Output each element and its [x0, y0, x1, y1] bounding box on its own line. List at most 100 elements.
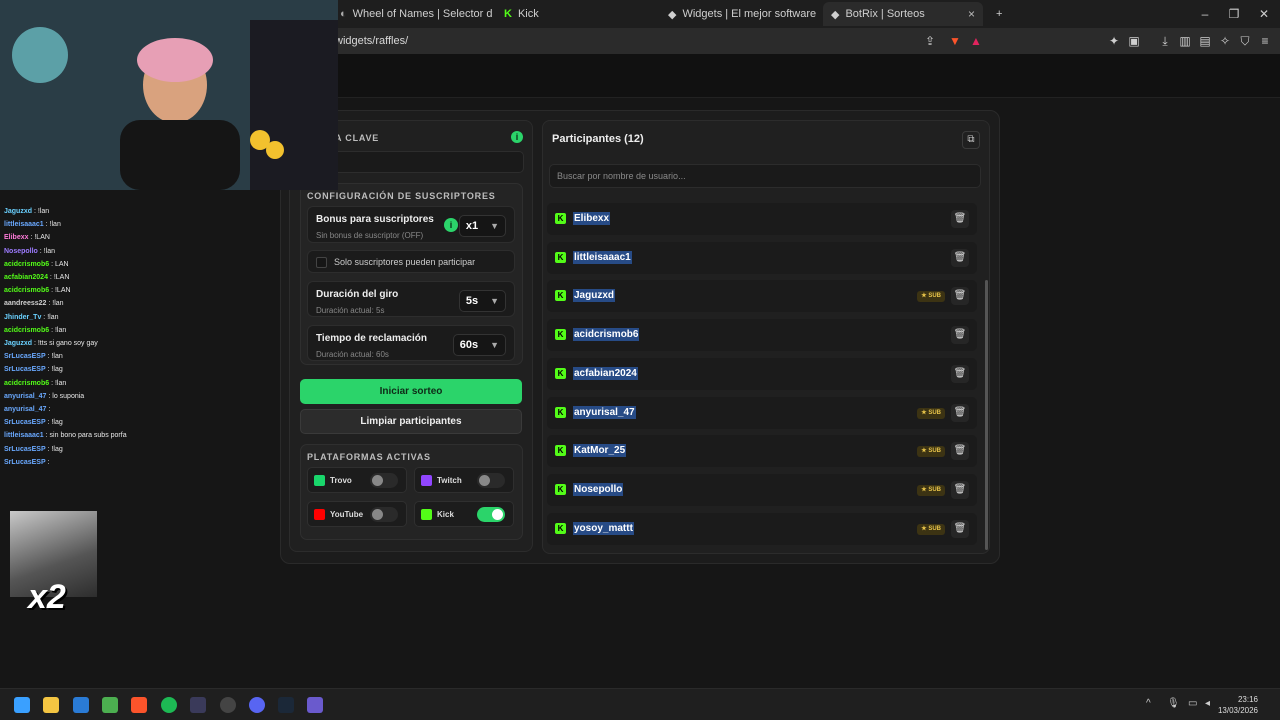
app-icon[interactable]: [190, 697, 206, 713]
share-icon[interactable]: ⇪: [922, 33, 938, 49]
discord-icon[interactable]: [249, 697, 265, 713]
spin-duration-setting: Duración del giro Duración actual: 5s 5s…: [307, 281, 515, 317]
participant-name[interactable]: Jaguzxd: [573, 289, 616, 302]
botrix-icon: ◆: [831, 8, 840, 21]
trash-icon[interactable]: 🗑: [951, 249, 969, 267]
info-icon[interactable]: i: [511, 131, 523, 143]
chat-username: SrLucasESP: [4, 353, 46, 360]
participant-search-input[interactable]: Buscar por nombre de usuario...: [549, 164, 981, 188]
extensions-icon[interactable]: ✦: [1106, 33, 1122, 49]
photos-icon[interactable]: [73, 697, 89, 713]
participant-row: Kanyurisal_47 ★ SUB 🗑: [547, 397, 977, 429]
trash-icon[interactable]: 🗑: [951, 481, 969, 499]
chevron-up-icon[interactable]: ^: [1146, 698, 1151, 709]
steam-icon[interactable]: [278, 697, 294, 713]
participant-name[interactable]: Elibexx: [573, 212, 611, 225]
chat-message: Jhinder_Tv : !lan: [4, 314, 59, 321]
tab-kick[interactable]: K Kick: [496, 2, 656, 26]
chat-message: acidcrismob6 : !lan: [4, 380, 67, 387]
tab-wheel-of-names[interactable]: ◐ Wheel of Names | Selector de nombr: [332, 2, 492, 26]
file-explorer-icon[interactable]: [43, 697, 59, 713]
chat-message: acidcrismob6 : !lan: [4, 327, 67, 334]
wheel-icon: ◐: [340, 8, 347, 20]
participant-name[interactable]: yosoy_mattt: [573, 522, 634, 535]
vpn-icon[interactable]: ⛉: [1237, 33, 1253, 49]
info-icon[interactable]: i: [444, 218, 458, 232]
participant-row: K Jaguzxd ★ SUB 🗑: [547, 280, 977, 312]
trash-icon[interactable]: 🗑: [951, 365, 969, 383]
chat-message: SrLucasESP : !lag: [4, 446, 63, 453]
kick-toggle[interactable]: [477, 507, 505, 522]
start-raffle-button[interactable]: Iniciar sorteo: [300, 379, 522, 404]
app-icon[interactable]: [307, 697, 323, 713]
chat-message: SrLucasESP : !lag: [4, 419, 63, 426]
close-tab-icon[interactable]: ×: [968, 7, 975, 21]
obs-icon[interactable]: [220, 697, 236, 713]
participant-name[interactable]: acfabian2024: [573, 367, 638, 380]
new-tab-button[interactable]: +: [988, 2, 1008, 26]
keyword-input[interactable]: [330, 151, 524, 173]
sidebar-icon[interactable]: ▥: [1177, 33, 1193, 49]
windows-start-icon[interactable]: [14, 697, 30, 713]
brave-shield-icon[interactable]: ▼: [947, 33, 963, 49]
trash-icon[interactable]: 🗑: [951, 326, 969, 344]
chat-text: !lan: [51, 353, 63, 360]
chat-username: Elibexx: [4, 234, 29, 241]
microphone-icon[interactable]: 🎙: [1167, 698, 1180, 709]
scrollbar[interactable]: [985, 280, 988, 550]
minimize-button[interactable]: –: [1190, 4, 1220, 24]
chat-username: SrLucasESP: [4, 459, 46, 466]
trash-icon[interactable]: 🗑: [951, 520, 969, 538]
brave-rewards-icon[interactable]: ▲: [968, 33, 984, 49]
trash-icon[interactable]: 🗑: [951, 210, 969, 228]
participant-name[interactable]: anyurisal_47: [573, 406, 636, 419]
close-window-button[interactable]: ✕: [1249, 4, 1279, 24]
leo-icon[interactable]: ✧: [1217, 33, 1233, 49]
only-subs-setting[interactable]: Solo suscriptores pueden participar: [307, 250, 515, 273]
trovo-toggle[interactable]: [370, 473, 398, 488]
only-subs-checkbox[interactable]: [316, 257, 327, 268]
copy-icon[interactable]: ⧉: [962, 131, 980, 149]
brave-browser-icon[interactable]: [131, 697, 147, 713]
participant-name[interactable]: acidcrismob6: [573, 328, 640, 341]
kick-icon: K: [555, 252, 566, 263]
bonus-dropdown[interactable]: x1 ▼: [458, 215, 506, 237]
download-icon[interactable]: ⤓: [1157, 33, 1173, 49]
system-clock[interactable]: 23:16 13/03/2026: [1218, 694, 1258, 716]
tab-botrix-sorteos[interactable]: ◆ BotRix | Sorteos ×: [823, 2, 983, 26]
chat-username: SrLucasESP: [4, 366, 46, 373]
maximize-button[interactable]: ❐: [1219, 4, 1249, 24]
tab-widgets[interactable]: ◆ Widgets | El mejor software para pot: [660, 2, 818, 26]
wallet-icon[interactable]: ▤: [1197, 33, 1213, 49]
network-icon[interactable]: ▭: [1188, 698, 1197, 709]
participant-name[interactable]: Nosepollo: [573, 483, 624, 496]
minecraft-icon[interactable]: [102, 697, 118, 713]
tab-icon[interactable]: ▣: [1126, 33, 1142, 49]
participant-name[interactable]: KatMor_25: [573, 444, 627, 457]
chat-text: !lan: [54, 327, 67, 334]
spotify-icon[interactable]: [161, 697, 177, 713]
participant-name[interactable]: littleisaaac1: [573, 251, 632, 264]
claim-time-value: 60s: [459, 339, 479, 351]
chat-text: !lan: [54, 380, 67, 387]
volume-icon[interactable]: ◂: [1205, 698, 1210, 709]
spin-duration-dropdown[interactable]: 5s ▼: [458, 290, 506, 312]
chat-text: !LAN: [54, 287, 71, 294]
chat-overlay: Jaguzxd : !lan littleisaaac1 : !lan Elibex…: [0, 192, 282, 482]
spin-duration-title: Duración del giro: [316, 289, 399, 300]
trash-icon[interactable]: 🗑: [951, 442, 969, 460]
chat-text: !tts si gano soy gay: [37, 340, 98, 347]
menu-icon[interactable]: ≡: [1257, 33, 1273, 49]
twitch-toggle[interactable]: [477, 473, 505, 488]
chat-message: SrLucasESP :: [4, 459, 50, 466]
youtube-toggle[interactable]: [370, 507, 398, 522]
participants-title: Participantes (12): [552, 133, 644, 145]
trash-icon[interactable]: 🗑: [951, 404, 969, 422]
subscriber-config-title: CONFIGURACIÓN DE SUSCRIPTORES: [307, 191, 496, 201]
address-bar[interactable]: widgets/raffles/: [335, 32, 995, 50]
clear-participants-button[interactable]: Limpiar participantes: [300, 409, 522, 434]
chat-message: littleisaaac1 : !lan: [4, 221, 61, 228]
claim-time-dropdown[interactable]: 60s ▼: [452, 334, 506, 356]
only-subs-label: Solo suscriptores pueden participar: [334, 257, 476, 267]
trash-icon[interactable]: 🗑: [951, 287, 969, 305]
